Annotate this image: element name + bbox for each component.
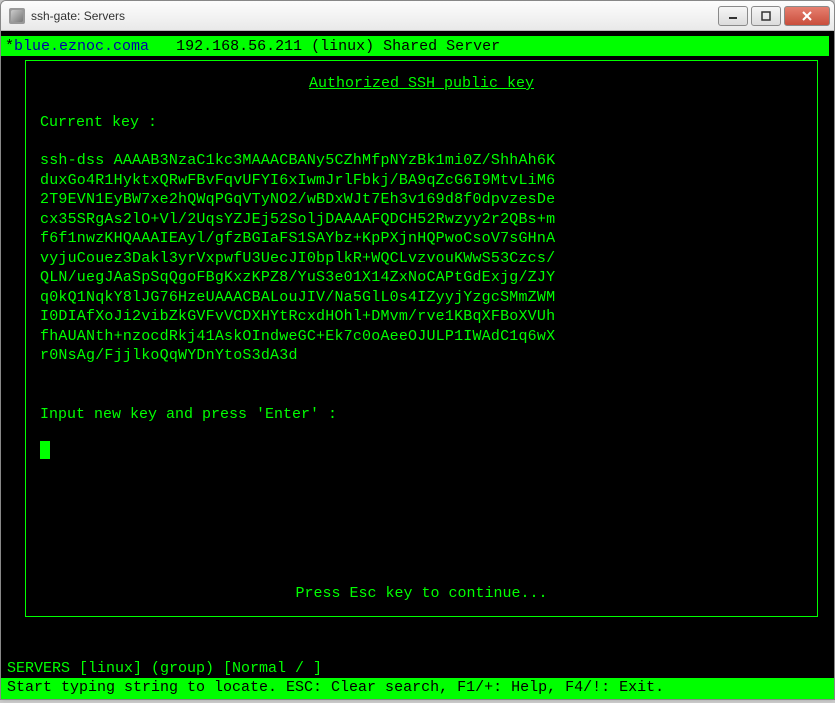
ssh-public-key: ssh-dss AAAAB3NzaC1kc3MAAACBANy5CZhMfpNY… bbox=[40, 151, 803, 366]
header-gap-2 bbox=[302, 38, 311, 55]
minimize-icon bbox=[728, 11, 738, 21]
close-button[interactable] bbox=[784, 6, 830, 26]
footer-help-line: Start typing string to locate. ESC: Clea… bbox=[1, 678, 834, 699]
new-key-label: Input new key and press 'Enter' : bbox=[40, 406, 803, 423]
header-ip: 192.168.56.211 bbox=[176, 38, 302, 55]
terminal[interactable]: *blue.eznoc.coma 192.168.56.211 (linux) … bbox=[1, 31, 834, 699]
header-asterisk: * bbox=[5, 38, 14, 55]
header-gap-3 bbox=[374, 38, 383, 55]
current-key-label: Current key : bbox=[40, 114, 803, 131]
minimize-button[interactable] bbox=[718, 6, 748, 26]
panel-title: Authorized SSH public key bbox=[40, 75, 803, 92]
close-icon bbox=[801, 10, 813, 22]
press-esc-hint: Press Esc key to continue... bbox=[40, 585, 803, 602]
cursor-icon bbox=[40, 441, 50, 459]
app-icon bbox=[9, 8, 25, 24]
header-gap-1 bbox=[149, 38, 176, 55]
window-buttons bbox=[718, 6, 830, 26]
header-bar: *blue.eznoc.coma 192.168.56.211 (linux) … bbox=[1, 36, 829, 56]
title-bar[interactable]: ssh-gate: Servers bbox=[1, 1, 834, 31]
header-role: Shared Server bbox=[383, 38, 500, 55]
header-os: (linux) bbox=[311, 38, 374, 55]
header-host: blue.eznoc.coma bbox=[14, 38, 149, 55]
maximize-icon bbox=[761, 11, 771, 21]
maximize-button[interactable] bbox=[751, 6, 781, 26]
new-key-input[interactable] bbox=[40, 441, 803, 459]
footer-context-line: SERVERS [linux] (group) [Normal / ] bbox=[1, 659, 834, 678]
status-footer: SERVERS [linux] (group) [Normal / ] Star… bbox=[1, 659, 834, 699]
app-window: ssh-gate: Servers *blue.eznoc.coma 192.1… bbox=[0, 0, 835, 700]
terminal-body: Authorized SSH public key Current key : … bbox=[1, 60, 834, 617]
window-title: ssh-gate: Servers bbox=[31, 9, 718, 23]
ssh-key-panel: Authorized SSH public key Current key : … bbox=[25, 60, 818, 617]
